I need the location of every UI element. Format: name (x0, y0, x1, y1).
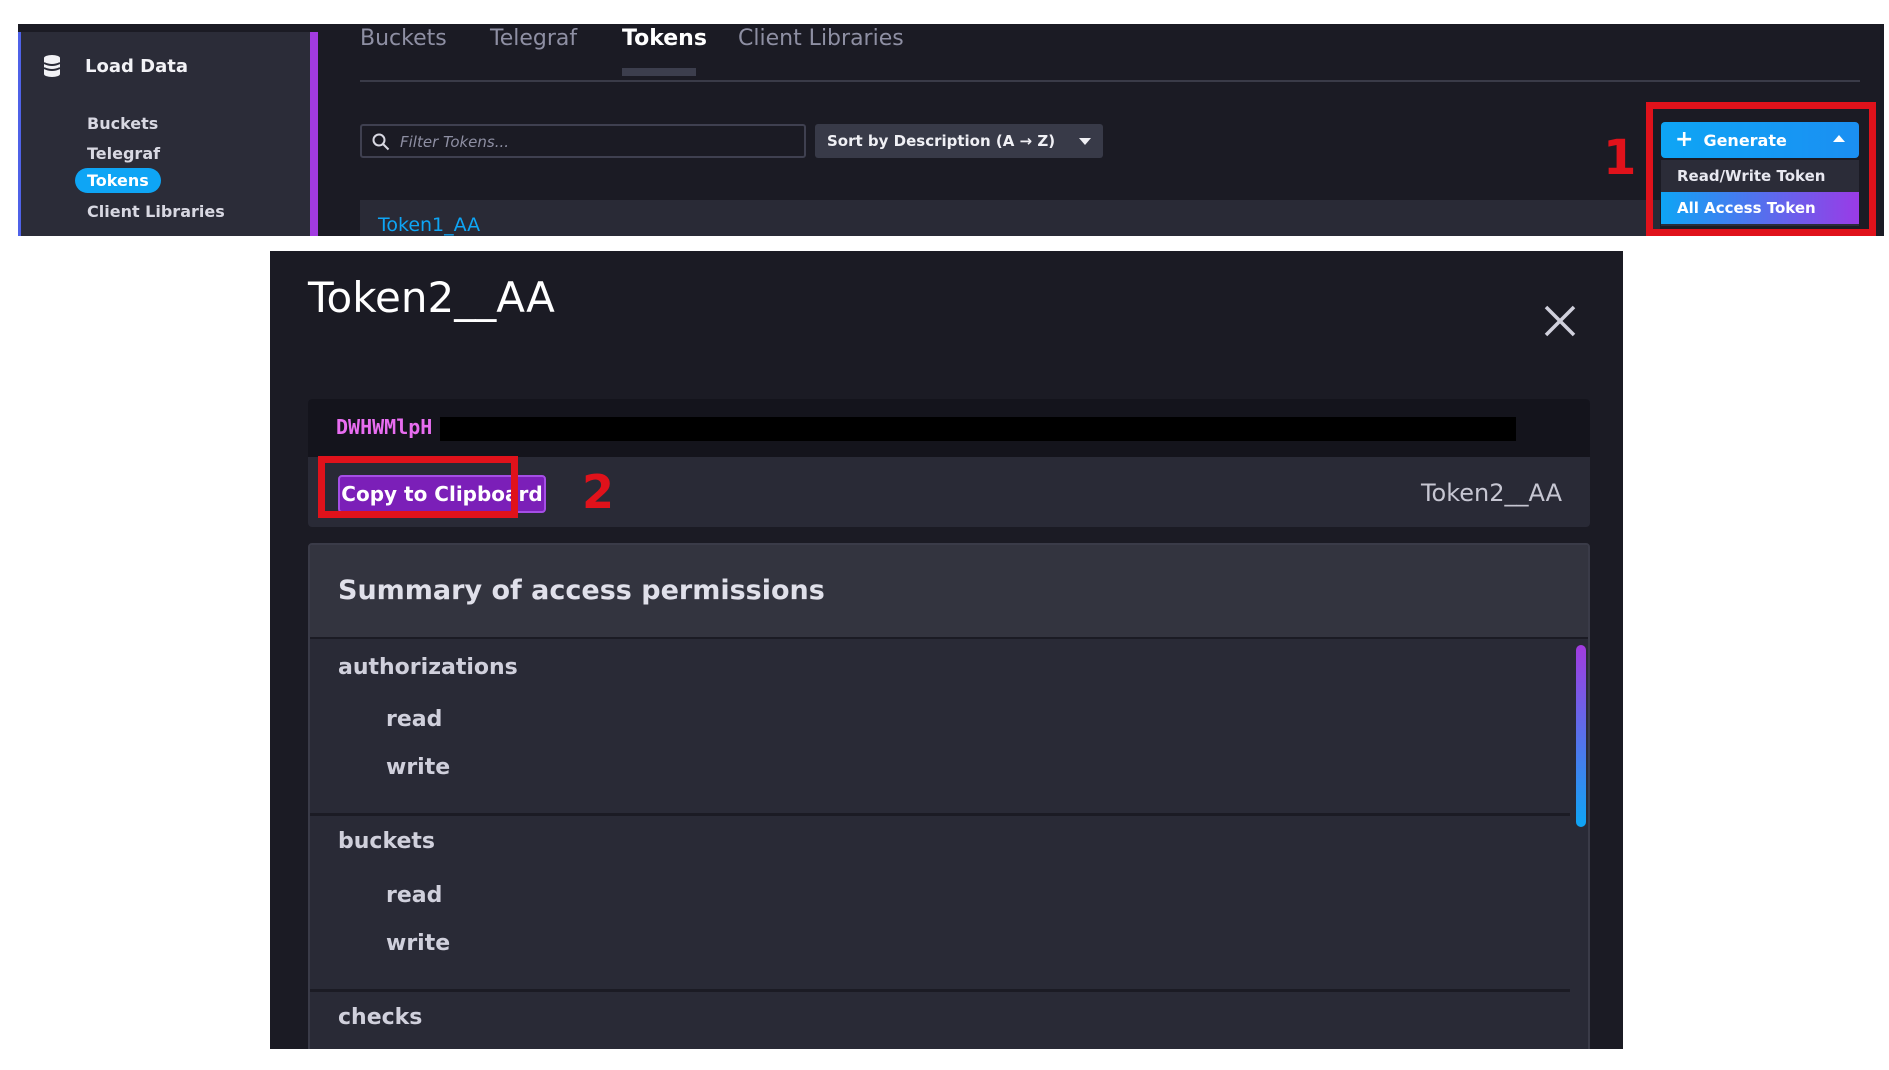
sidebar-item-telegraf[interactable]: Telegraf (87, 144, 160, 163)
permission-name: authorizations (338, 655, 518, 680)
tab-tokens[interactable]: Tokens (622, 26, 707, 51)
generate-label: Generate (1703, 130, 1787, 150)
permission-group-checks: checks (310, 989, 1570, 1049)
permissions-title: Summary of access permissions (338, 575, 825, 606)
tab-buckets[interactable]: Buckets (360, 26, 447, 51)
sidebar-item-buckets[interactable]: Buckets (87, 114, 158, 133)
permission-group-buckets: buckets read write (310, 813, 1570, 992)
annotation-step-2: 2 (582, 465, 615, 519)
sidebar-item-client-libraries[interactable]: Client Libraries (87, 202, 225, 221)
permission-action-read: read (386, 883, 443, 908)
permissions-header: Summary of access permissions (310, 545, 1588, 639)
filter-tokens-input[interactable] (398, 130, 802, 154)
permission-group-authorizations: authorizations read write (310, 637, 1570, 816)
filter-tokens-box[interactable] (360, 124, 806, 158)
redacted-token-bar (440, 417, 1516, 441)
generate-dropdown-menu: Read/Write Token All Access Token (1661, 160, 1859, 226)
sidebar-title: Load Data (85, 55, 188, 77)
tab-telegraf[interactable]: Telegraf (490, 26, 577, 51)
generate-button[interactable]: + Generate (1661, 122, 1859, 158)
permission-action-read: read (386, 707, 443, 732)
permissions-summary: Summary of access permissions authorizat… (308, 543, 1590, 1049)
token-list-item[interactable]: Token1_AA (360, 200, 1660, 236)
database-icon (43, 55, 61, 77)
token-name-link[interactable]: Token1_AA (378, 214, 480, 236)
active-tab-indicator (622, 68, 696, 76)
sort-dropdown[interactable]: Sort by Description (A → Z) (815, 124, 1103, 158)
token-value-bar: DWHWMlpH (308, 399, 1590, 457)
scrollbar-thumb[interactable] (1576, 645, 1586, 827)
sidebar-header: Load Data (41, 54, 188, 78)
modal-title: Token2__AA (308, 273, 555, 322)
permissions-scrollbar[interactable] (1576, 645, 1586, 1049)
caret-up-icon (1833, 135, 1845, 142)
tab-client-libraries[interactable]: Client Libraries (738, 26, 904, 51)
close-icon[interactable] (1542, 303, 1578, 339)
sort-label: Sort by Description (A → Z) (827, 132, 1056, 150)
permission-name: buckets (338, 829, 436, 854)
permission-name: checks (338, 1005, 423, 1030)
annotation-highlight-copy (318, 456, 518, 518)
token-value: DWHWMlpH (336, 415, 433, 439)
permission-action-write: write (386, 931, 451, 956)
caret-down-icon (1079, 138, 1091, 145)
load-data-panel: Load Data Buckets Telegraf Tokens Client… (18, 24, 1884, 236)
search-icon (372, 133, 390, 151)
permission-action-write: write (386, 755, 451, 780)
plus-icon: + (1675, 127, 1694, 152)
tab-bar: Buckets Telegraf Tokens Client Libraries (360, 24, 1860, 82)
token-description: Token2__AA (1420, 479, 1562, 507)
menu-item-all-access-token[interactable]: All Access Token (1661, 192, 1859, 224)
menu-item-read-write-token[interactable]: Read/Write Token (1661, 160, 1859, 192)
token-detail-modal: Token2__AA DWHWMlpH Copy to Clipboard To… (270, 251, 1623, 1049)
load-data-sidebar: Load Data Buckets Telegraf Tokens Client… (18, 32, 318, 236)
sidebar-item-tokens[interactable]: Tokens (75, 168, 161, 193)
annotation-step-1: 1 (1603, 130, 1637, 186)
